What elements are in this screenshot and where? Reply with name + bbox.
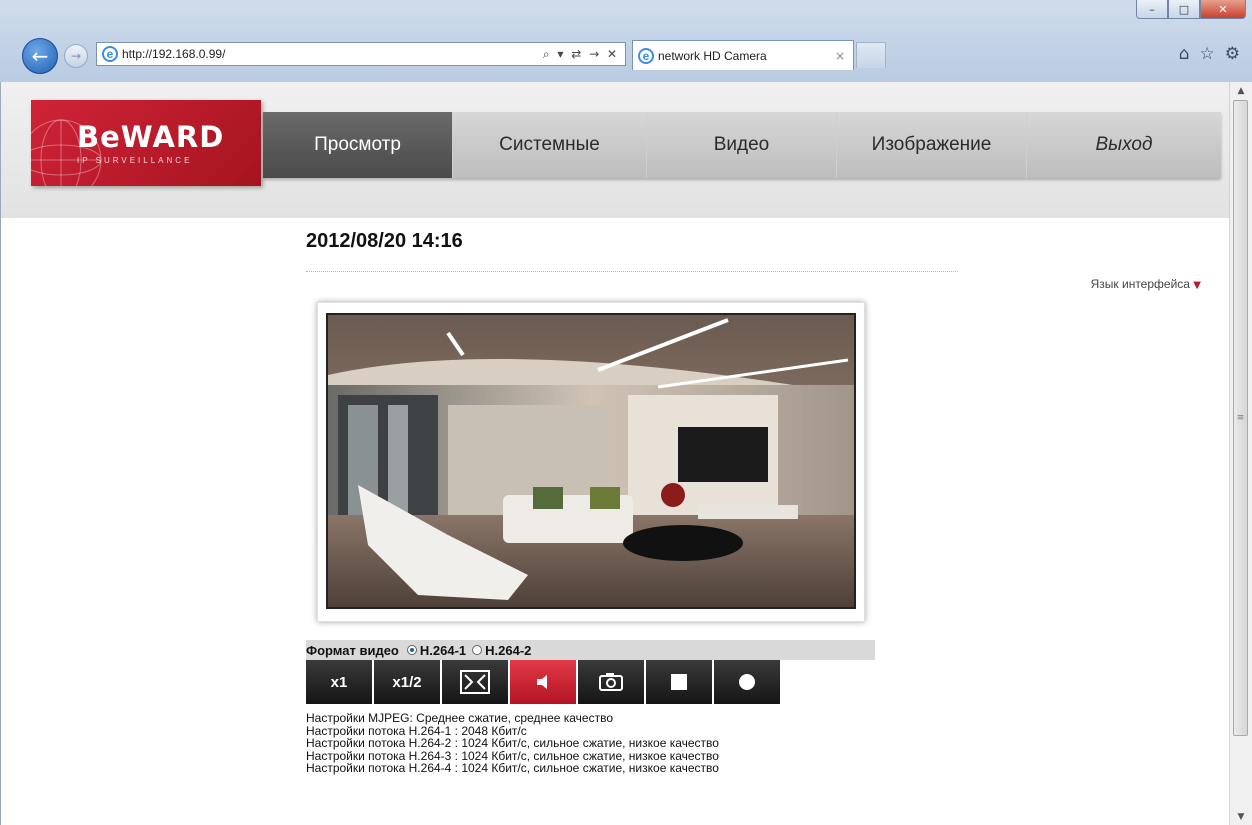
ie-icon: e [638,47,654,64]
language-label[interactable]: Язык интерфейса [1091,277,1190,291]
window-controls: – □ ✕ [1136,0,1246,19]
video-format-bar: Формат видео H.264-1 H.264-2 [306,640,875,660]
maximize-button[interactable]: □ [1168,0,1200,19]
logo: BeWARD IP SURVEILLANCE [31,100,261,186]
arrow-right-icon: → [70,49,82,63]
menu-view[interactable]: Просмотр [263,112,453,178]
snapshot-button[interactable] [578,660,644,704]
address-bar[interactable]: e http://192.168.0.99/ ⌕ ▾ ⇄ → ✕ [96,42,626,66]
tab-close-icon[interactable]: × [835,49,845,63]
address-tools[interactable]: ⌕ ▾ ⇄ → ✕ [543,47,619,62]
radio-selected-icon[interactable] [406,645,417,655]
format-h264-1[interactable]: H.264-1 [406,642,467,658]
menu-video[interactable]: Видео [647,112,837,178]
scroll-down-icon[interactable]: ▼ [1230,808,1252,825]
format-label: Формат видео [306,642,399,658]
zoom-half-button[interactable]: x1/2 [374,660,440,704]
stream-info: Настройки MJPEG: Среднее сжатие, среднее… [306,712,719,775]
tab-title: network HD Camera [658,48,767,63]
browser-tab[interactable]: e network HD Camera × [632,40,854,70]
video-stream[interactable] [326,313,856,609]
datetime: 2012/08/20 14:16 [306,230,463,252]
logo-text: BeWARD [77,120,225,154]
fit-screen-button[interactable] [442,660,508,704]
url-field[interactable]: http://192.168.0.99/ [122,47,543,61]
menu-exit[interactable]: Выход [1027,112,1221,178]
record-button[interactable] [714,660,780,704]
radio-icon[interactable] [472,645,483,655]
info-line: Настройки потока H.264-2 : 1024 Кбит/с, … [306,736,719,750]
audio-button[interactable] [510,660,576,704]
forward-button[interactable]: → [64,44,88,68]
close-window-button[interactable]: ✕ [1200,0,1246,19]
divider [306,271,958,272]
page-header: BeWARD IP SURVEILLANCE Просмотр Системны… [1,82,1231,218]
back-button[interactable]: ← [22,38,58,74]
language-selector[interactable]: Язык интерфейса ▼ [1091,277,1201,291]
home-icon[interactable]: ⌂ [1179,44,1190,64]
minimize-button[interactable]: – [1136,0,1168,19]
stop-button[interactable] [646,660,712,704]
format-h264-2[interactable]: H.264-2 [472,643,531,658]
zoom-x1-button[interactable]: x1 [306,660,372,704]
camera-view-image [328,315,854,607]
stop-icon [671,674,687,690]
speaker-icon [537,675,547,689]
record-icon [739,674,755,690]
camera-snapshot-icon [599,673,623,691]
dropdown-arrow-icon: ▼ [1193,280,1201,291]
new-tab-button[interactable] [856,42,886,68]
video-frame [317,302,865,622]
scroll-thumb[interactable]: ≡ [1233,100,1248,736]
scroll-up-icon[interactable]: ▲ [1230,82,1252,99]
logo-tagline: IP SURVEILLANCE [77,156,193,165]
vertical-scrollbar[interactable]: ▲ ≡ ▼ [1229,82,1252,825]
page-viewport: BeWARD IP SURVEILLANCE Просмотр Системны… [0,82,1231,825]
info-line: Настройки MJPEG: Среднее сжатие, среднее… [306,711,614,725]
player-controls: x1 x1/2 [306,660,782,704]
ie-icon: e [102,46,118,62]
main-menu: Просмотр Системные Видео Изображение Вых… [263,112,1221,178]
format-option-label: H.264-1 [419,642,467,658]
browser-tools: ⌂ ☆ ⚙ [1179,44,1240,64]
gear-icon[interactable]: ⚙ [1225,44,1240,64]
format-option-label: H.264-2 [485,642,532,658]
arrow-left-icon: ← [31,44,49,68]
browser-toolbar: – □ ✕ ← → e http://192.168.0.99/ ⌕ ▾ ⇄ →… [0,0,1252,83]
fit-screen-icon [460,670,490,694]
menu-image[interactable]: Изображение [837,112,1027,178]
menu-system[interactable]: Системные [453,112,647,178]
star-icon[interactable]: ☆ [1200,44,1215,64]
info-line: Настройки потока H.264-4 : 1024 Кбит/с, … [306,761,719,775]
